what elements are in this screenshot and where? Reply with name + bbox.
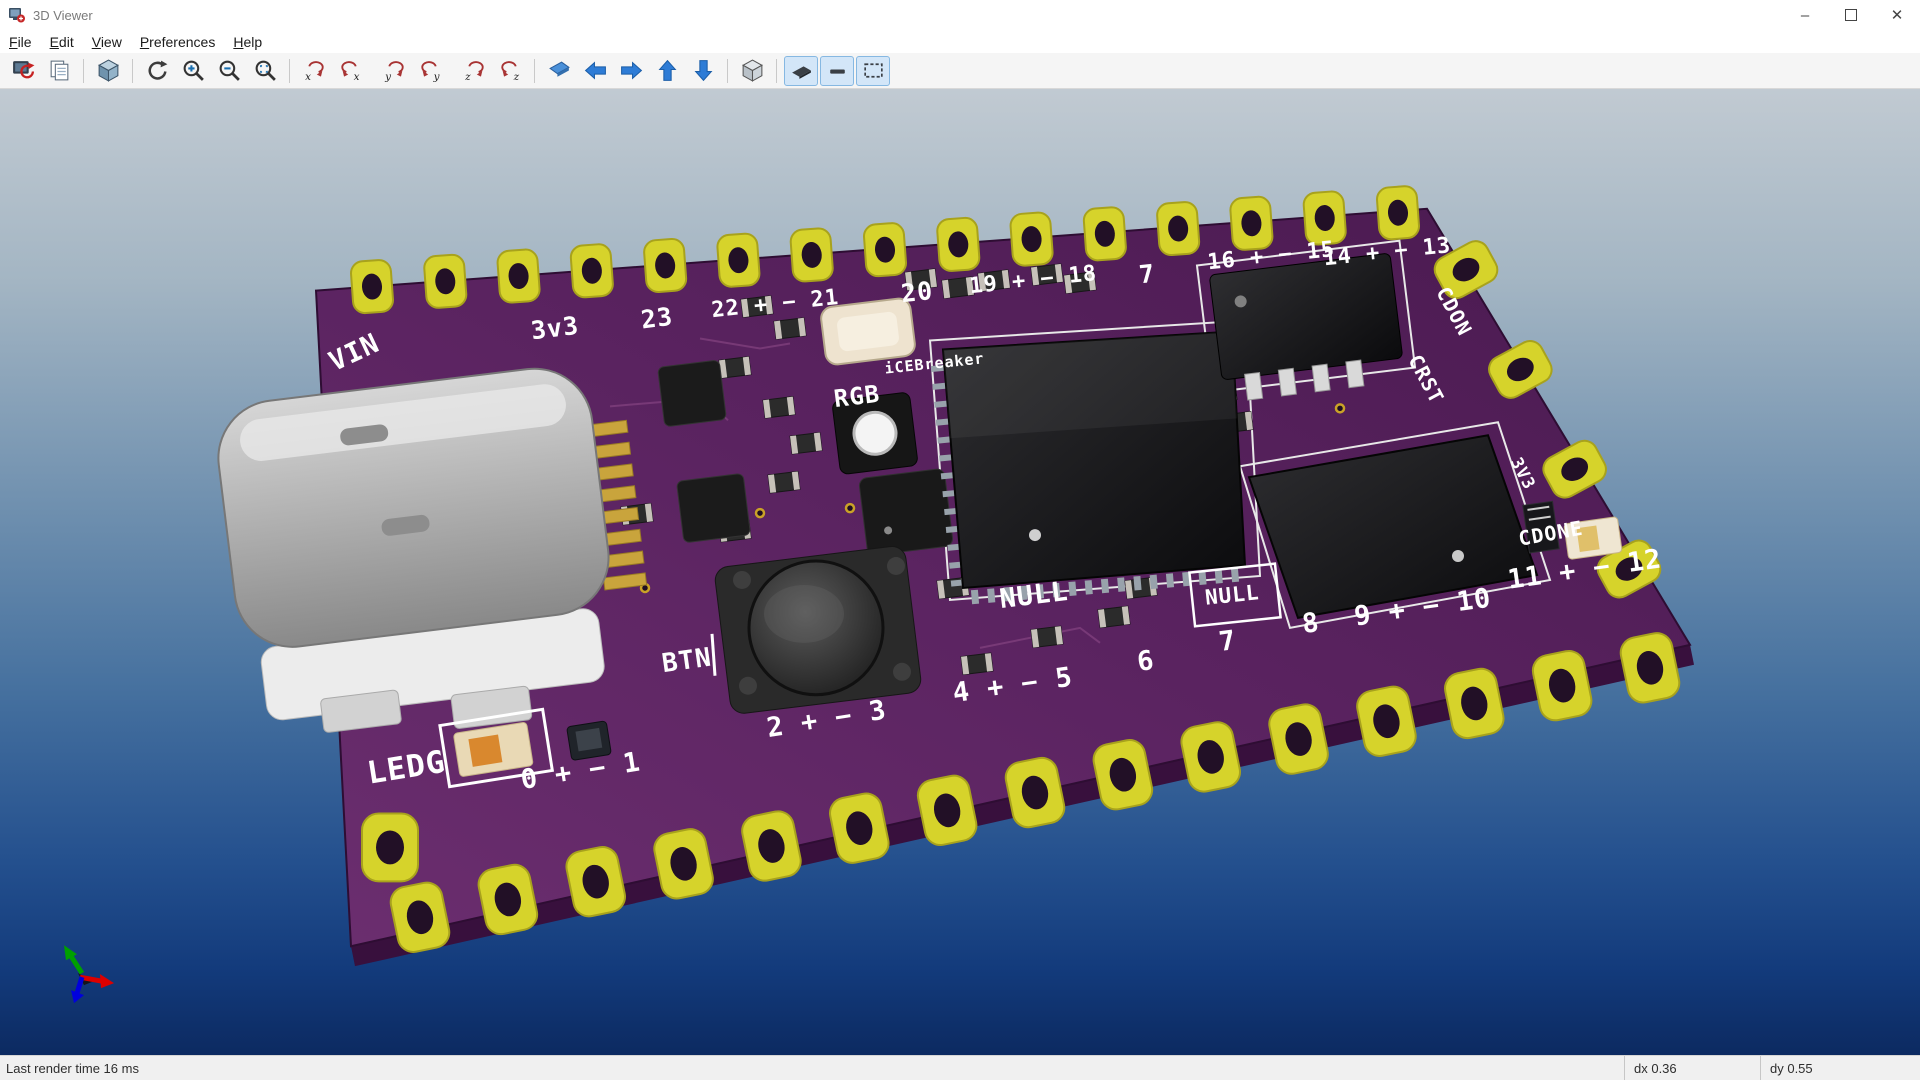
- toggle-bounding-box-button[interactable]: [856, 55, 890, 86]
- render-orientation-button[interactable]: [91, 56, 125, 86]
- toggle-board-body-button[interactable]: [784, 55, 818, 86]
- small-ic-3: [858, 468, 954, 556]
- move-up-button[interactable]: [650, 56, 684, 86]
- axis-z-arrow: [74, 976, 85, 994]
- app-icon: [9, 8, 25, 23]
- toolbar: x x y y z z: [0, 53, 1920, 89]
- viewport: VIN 3v3 23 22 + − 21 20 19 + − 18 7 16 +…: [0, 89, 1920, 1055]
- silkscreen-label: 3v3: [529, 311, 580, 346]
- fpga-chip: [930, 330, 1247, 605]
- zoom-in-icon: [183, 60, 204, 81]
- maximize-icon: [1845, 9, 1857, 21]
- redraw-icon: [148, 60, 167, 80]
- svg-text:x: x: [305, 71, 311, 83]
- toolbar-separator: [83, 58, 84, 83]
- rotate-x-cw-icon: x: [305, 61, 324, 83]
- rotate-x-ccw-icon: x: [340, 61, 359, 83]
- menu-view[interactable]: View: [83, 32, 131, 52]
- toolbar-separator: [289, 58, 290, 83]
- rotate-z-ccw-button[interactable]: z: [493, 56, 527, 86]
- close-button[interactable]: ✕: [1874, 0, 1920, 30]
- copper-thickness-icon: [829, 69, 845, 74]
- move-right-button[interactable]: [614, 56, 648, 86]
- toolbar-separator: [534, 58, 535, 83]
- reload-board-button[interactable]: [6, 56, 40, 86]
- render-time-status: Last render time 16 ms: [6, 1060, 139, 1076]
- silkscreen-label: RGB: [832, 380, 881, 413]
- orientation-cube-icon: [97, 59, 119, 82]
- small-ic-1: [657, 360, 727, 427]
- tactile-button: [714, 546, 922, 714]
- board-body-icon: [791, 66, 811, 79]
- reload-board-icon: [12, 61, 34, 79]
- copy-image-button[interactable]: [42, 56, 76, 86]
- rotate-y-cw-button[interactable]: y: [377, 56, 411, 86]
- arrow-down-icon: [694, 60, 712, 82]
- arrow-right-icon: [620, 61, 642, 80]
- rotate-y-ccw-icon: y: [420, 61, 439, 83]
- status-dx: dx 0.36: [1624, 1056, 1760, 1080]
- rotate-z-cw-button[interactable]: z: [457, 56, 491, 86]
- move-board-icon: [548, 61, 570, 77]
- toolbar-separator: [132, 58, 133, 83]
- toolbar-separator: [727, 58, 728, 83]
- svg-text:x: x: [353, 71, 359, 83]
- axis-indicator: [64, 945, 114, 1004]
- zoom-out-icon: [219, 60, 240, 81]
- titlebar: 3D Viewer – ✕: [0, 0, 1920, 30]
- move-left-button[interactable]: [578, 56, 612, 86]
- status-dy: dy 0.55: [1760, 1056, 1920, 1080]
- axis-y-arrow: [68, 954, 85, 975]
- zoom-fit-button[interactable]: [248, 56, 282, 86]
- toolbar-separator: [776, 58, 777, 83]
- move-board-button[interactable]: [542, 56, 576, 86]
- rotate-y-cw-icon: y: [384, 61, 404, 83]
- pin1-dot: [1029, 529, 1041, 542]
- arrow-left-icon: [584, 61, 606, 80]
- bounding-box-icon: [863, 63, 883, 78]
- menu-edit[interactable]: Edit: [41, 32, 83, 52]
- rotate-y-ccw-button[interactable]: y: [413, 56, 447, 86]
- svg-text:z: z: [512, 71, 519, 83]
- silkscreen-label: 23: [639, 302, 674, 335]
- silkscreen-label: 20: [900, 276, 935, 308]
- orthographic-projection-button[interactable]: [735, 56, 769, 86]
- maximize-button[interactable]: [1828, 0, 1874, 30]
- silkscreen-label: 7: [1138, 259, 1157, 289]
- minimize-button[interactable]: –: [1782, 0, 1828, 30]
- svg-text:z: z: [464, 71, 471, 83]
- menu-help[interactable]: Help: [224, 32, 271, 52]
- zoom-out-button[interactable]: [212, 56, 246, 86]
- menu-preferences[interactable]: Preferences: [131, 32, 225, 52]
- zoom-in-button[interactable]: [176, 56, 210, 86]
- svg-text:y: y: [384, 71, 391, 83]
- rotate-z-cw-icon: z: [464, 61, 484, 83]
- rotate-z-ccw-icon: z: [500, 61, 519, 83]
- viewport-3d-canvas[interactable]: VIN 3v3 23 22 + − 21 20 19 + − 18 7 16 +…: [0, 89, 1920, 1055]
- zoom-fit-icon: [255, 60, 276, 81]
- svg-text:y: y: [432, 71, 439, 83]
- castellated-pads-corner: [361, 812, 419, 883]
- 3d-viewer-window: 3D Viewer – ✕ File Edit View Preferences…: [0, 0, 1920, 1080]
- statusbar: Last render time 16 ms dx 0.36 dy 0.55: [0, 1055, 1920, 1080]
- menubar: File Edit View Preferences Help: [0, 30, 1920, 53]
- copy-icon: [50, 60, 68, 81]
- rotate-x-cw-button[interactable]: x: [297, 56, 331, 86]
- rotate-x-ccw-button[interactable]: x: [333, 56, 367, 86]
- menu-file[interactable]: File: [0, 32, 41, 52]
- toggle-copper-thickness-button[interactable]: [820, 55, 854, 86]
- arrow-up-icon: [658, 59, 676, 81]
- window-title: 3D Viewer: [33, 7, 93, 23]
- small-ic-2: [676, 473, 751, 543]
- move-down-button[interactable]: [686, 56, 720, 86]
- ortho-cube-icon: [741, 59, 763, 82]
- redraw-button[interactable]: [140, 56, 174, 86]
